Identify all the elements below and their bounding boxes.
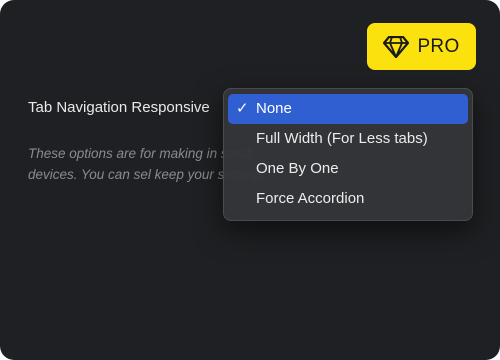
dropdown-option-force-accordion[interactable]: Force Accordion [228, 184, 468, 214]
option-label: Force Accordion [256, 190, 365, 207]
pro-badge[interactable]: PRO [367, 23, 476, 70]
checkmark-icon: ✓ [236, 100, 249, 117]
dropdown-option-one-by-one[interactable]: One By One [228, 154, 468, 184]
option-label: One By One [256, 160, 339, 177]
pro-label: PRO [417, 35, 460, 57]
dropdown-option-full-width[interactable]: Full Width (For Less tabs) [228, 124, 468, 154]
option-label: Full Width (For Less tabs) [256, 130, 428, 147]
dropdown-option-none[interactable]: ✓ None [228, 94, 468, 124]
diamond-icon [383, 35, 410, 58]
settings-panel: PRO Tab Navigation Responsive These opti… [0, 0, 500, 360]
responsive-mode-dropdown[interactable]: ✓ None Full Width (For Less tabs) One By… [223, 88, 473, 221]
setting-label: Tab Navigation Responsive [28, 99, 210, 116]
option-label: None [256, 100, 292, 117]
